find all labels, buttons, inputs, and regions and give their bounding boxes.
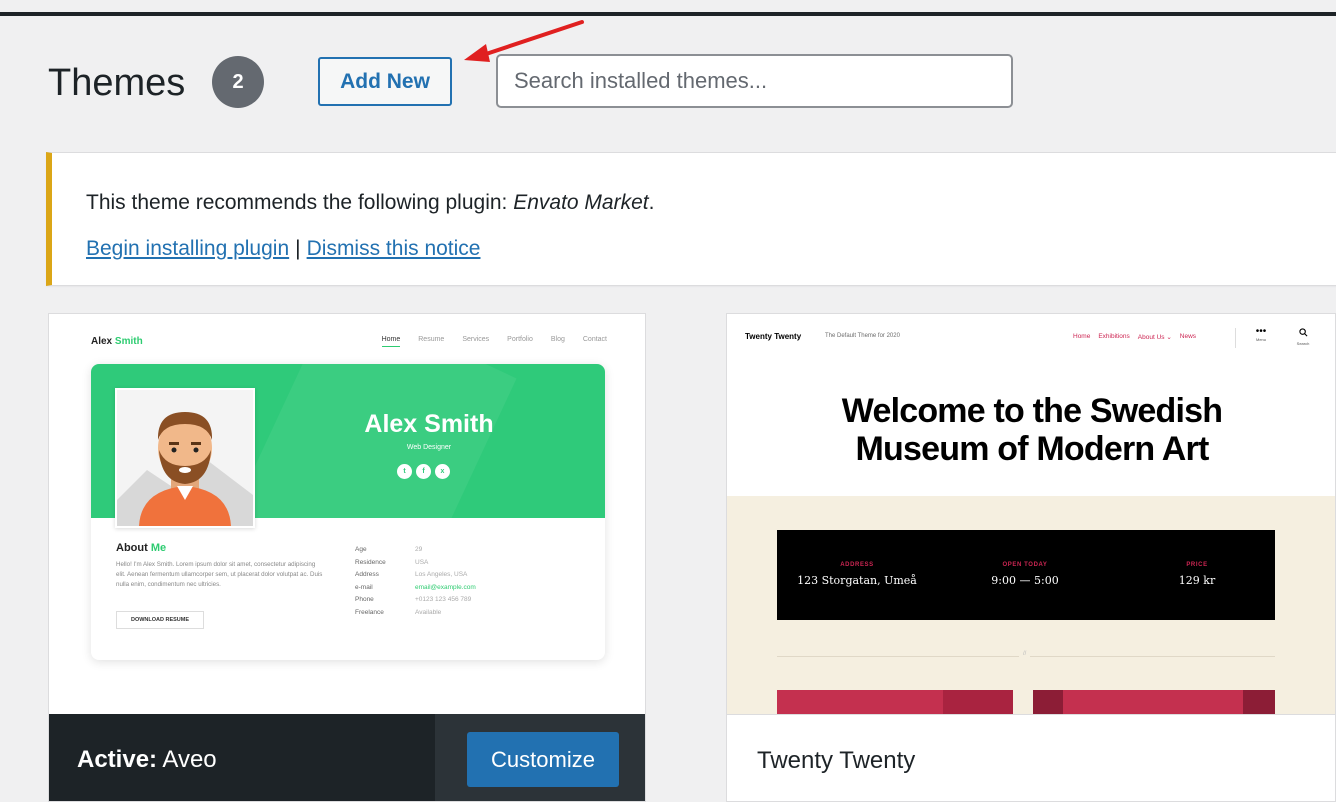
add-new-button[interactable]: Add New bbox=[318, 57, 452, 106]
aveo-about-heading: About Me bbox=[116, 542, 167, 554]
aveo-nav-item: Portfolio bbox=[507, 336, 533, 343]
page-title: Themes bbox=[48, 62, 186, 104]
tt-tagline: The Default Theme for 2020 bbox=[825, 333, 900, 339]
tt-separator-mark: // bbox=[1019, 651, 1031, 657]
aveo-download-button: DOWNLOAD RESUME bbox=[116, 611, 204, 629]
theme-card-aveo[interactable]: Alex Smith Home Resume Services Portfoli… bbox=[48, 313, 646, 802]
avatar bbox=[115, 388, 255, 528]
theme-count-badge: 2 bbox=[212, 56, 264, 108]
tt-content-area: ADDRESS 123 Storgatan, Umeå OPEN TODAY 9… bbox=[727, 496, 1335, 720]
tt-search-icon: Search bbox=[1295, 328, 1311, 348]
facebook-icon: f bbox=[416, 464, 431, 479]
tt-nav-item: News bbox=[1179, 333, 1197, 340]
aveo-profile-card: Alex Smith Web Designer t f x About Me H… bbox=[91, 364, 605, 660]
active-theme-name: Active: Aveo bbox=[77, 746, 217, 773]
theme-card-twenty-twenty[interactable]: Twenty Twenty The Default Theme for 2020… bbox=[726, 313, 1336, 802]
begin-installing-link[interactable]: Begin installing plugin bbox=[86, 237, 289, 260]
twitter-icon: t bbox=[397, 464, 412, 479]
tt-menu-icon: ••• Menu bbox=[1255, 326, 1267, 343]
theme-name: Twenty Twenty bbox=[757, 747, 916, 774]
theme-actions: Customize bbox=[435, 714, 645, 801]
aveo-nav-item: Contact bbox=[582, 336, 607, 343]
aveo-hero-name: Alex Smith bbox=[364, 410, 494, 438]
tt-nav-item: About Us ⌄ bbox=[1137, 334, 1172, 341]
theme-name-bar: Twenty Twenty bbox=[727, 714, 1335, 801]
aveo-info-list: Age 29 Residence USA Address Los Angeles, U… bbox=[355, 546, 476, 616]
tt-logo: Twenty Twenty bbox=[745, 332, 802, 341]
tt-nav: Home Exhibitions About Us ⌄ News bbox=[1073, 333, 1196, 341]
aveo-nav-item: Home bbox=[381, 336, 401, 347]
dismiss-notice-link[interactable]: Dismiss this notice bbox=[307, 237, 481, 260]
aveo-nav-item: Services bbox=[462, 336, 490, 343]
aveo-logo: Alex Smith bbox=[91, 336, 143, 347]
tt-info-box: ADDRESS 123 Storgatan, Umeå OPEN TODAY 9… bbox=[777, 530, 1275, 620]
theme-screenshot-aveo[interactable]: Alex Smith Home Resume Services Portfoli… bbox=[49, 314, 645, 714]
aveo-about-text: Hello! I'm Alex Smith. Lorem ipsum dolor… bbox=[116, 561, 323, 588]
plugin-notice: This theme recommends the following plug… bbox=[46, 152, 1336, 286]
tt-header-area: Twenty Twenty The Default Theme for 2020… bbox=[727, 314, 1335, 496]
aveo-social-icons: t f x bbox=[397, 464, 450, 479]
social-icon: x bbox=[435, 464, 450, 479]
aveo-nav-item: Blog bbox=[550, 336, 565, 343]
aveo-nav: Home Resume Services Portfolio Blog Cont… bbox=[381, 336, 607, 347]
notice-text: This theme recommends the following plug… bbox=[86, 191, 655, 214]
tt-nav-item: Home bbox=[1073, 333, 1091, 340]
aveo-hero-role: Web Designer bbox=[406, 444, 452, 451]
tt-nav-item: Exhibitions bbox=[1098, 333, 1130, 340]
link-separator: | bbox=[295, 237, 301, 260]
tt-headline: Welcome to the Swedish Museum of Modern … bbox=[841, 392, 1223, 468]
active-theme-bar: Active: Aveo Customize bbox=[49, 714, 645, 801]
top-border bbox=[0, 12, 1336, 16]
notice-links: Begin installing plugin | Dismiss this not… bbox=[86, 237, 481, 261]
aveo-nav-item: Resume bbox=[418, 336, 445, 343]
theme-screenshot-twenty-twenty[interactable]: Twenty Twenty The Default Theme for 2020… bbox=[727, 314, 1335, 720]
customize-button[interactable]: Customize bbox=[467, 732, 619, 787]
plugin-name: Envato Market bbox=[513, 191, 649, 214]
annotation-arrow-icon bbox=[464, 20, 584, 62]
